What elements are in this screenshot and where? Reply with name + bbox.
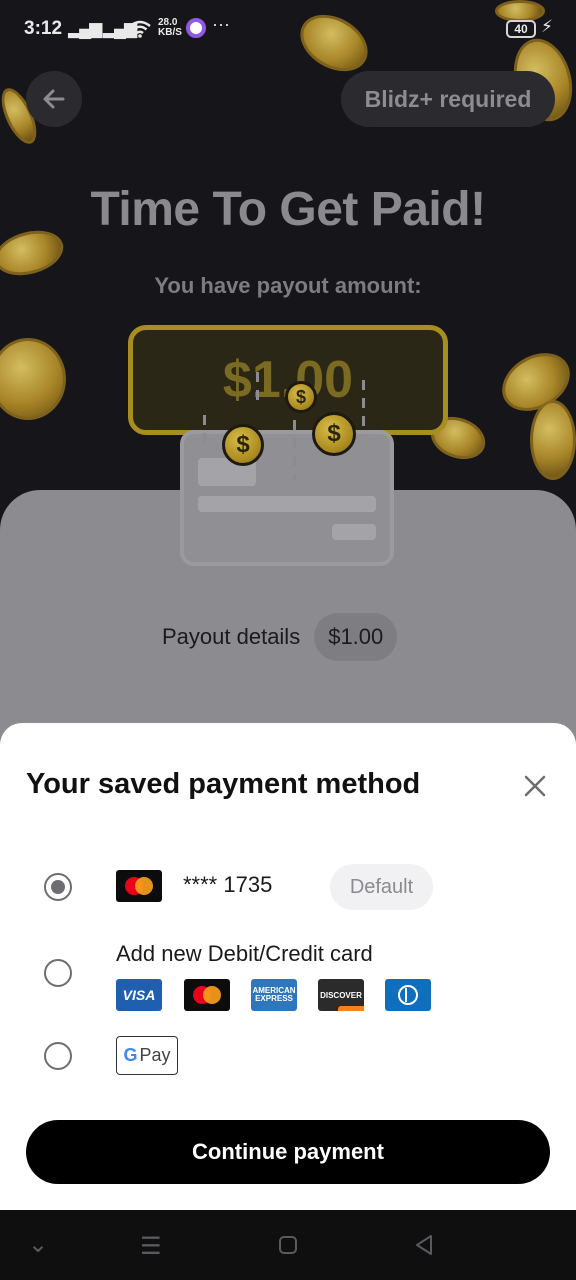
wifi-icon [129,20,151,38]
decorative-coin-icon [530,400,576,480]
continue-payment-button[interactable]: Continue payment [26,1120,550,1184]
close-button[interactable] [518,769,552,803]
payout-details-row: Payout details $1.00 [162,612,398,662]
saved-card-number: **** 1735 [183,872,273,897]
google-g-icon: G [123,1045,138,1065]
decorative-coin-icon [0,338,66,420]
sheet-title: Your saved payment method [26,768,421,800]
close-icon [524,775,546,797]
default-badge: Default [330,864,433,910]
visa-icon: VISA [116,979,162,1011]
chevron-down-icon[interactable]: ⌄ [28,1230,48,1259]
system-nav-bar: ⌄ ☰ [0,1210,576,1280]
blidz-plus-required-badge[interactable]: Blidz+ required [341,71,555,127]
discover-icon: DISCOVER [318,979,364,1011]
payout-subtitle: You have payout amount: [154,273,422,298]
card-illustration [180,430,394,566]
back-nav-icon[interactable] [414,1234,434,1256]
add-card-label[interactable]: Add new Debit/Credit card [116,941,373,967]
recent-apps-icon[interactable]: ☰ [140,1232,162,1261]
google-pay-radio[interactable] [44,1042,72,1070]
charging-icon: ⚡ [541,17,553,36]
page-title: Time To Get Paid! [90,183,486,236]
mastercard-icon [184,979,230,1011]
status-time: 3:12 [24,18,63,39]
back-button[interactable] [26,71,82,127]
coin-trail [293,420,296,480]
coin-trail [203,415,206,445]
speed-unit: KB/S [158,27,182,38]
messenger-icon [186,18,206,38]
dollar-coin-icon: $ [222,424,264,466]
signal-icon: ▂▄▆ ▂▄▆ [68,19,137,38]
home-icon[interactable] [278,1235,298,1255]
google-pay-label: Pay [139,1045,171,1065]
amex-icon: AMERICAN EXPRESS [251,979,297,1011]
dollar-coin-icon: $ [285,381,317,413]
add-card-radio[interactable] [44,959,72,987]
status-bar: 3:12 ▂▄▆ ▂▄▆ 28.0 KB/S ··· 40 ⚡ [0,0,576,58]
battery-icon: 40 [506,20,536,38]
dollar-coin-icon: $ [312,412,356,456]
diners-club-icon [385,979,431,1011]
payout-amount-box: $1.00 [128,325,448,435]
payment-method-sheet: Your saved payment method **** 1735 Defa… [0,723,576,1210]
saved-card-radio[interactable] [44,873,72,901]
payout-details-amount: $1.00 [314,613,398,661]
coin-trail [362,380,365,435]
payout-details-label: Payout details [162,624,301,649]
network-speed: 28.0 KB/S [158,18,182,38]
mastercard-icon [116,870,162,902]
google-pay-logo[interactable]: G Pay [116,1036,178,1075]
coin-trail [256,372,259,400]
more-notifications-icon: ··· [212,14,230,34]
arrow-left-icon [43,89,65,109]
